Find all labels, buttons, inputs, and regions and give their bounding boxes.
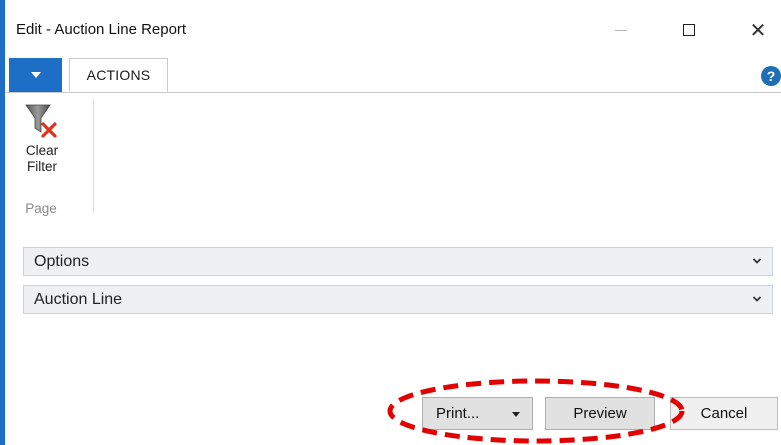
app-menu-button[interactable] <box>9 58 62 92</box>
clear-filter-label-line2: Filter <box>27 159 57 174</box>
report-request-page: Options Auction Line Print... Preview Ca… <box>5 224 781 445</box>
ribbon-tabs: ACTIONS ? <box>5 58 781 93</box>
maximize-button[interactable] <box>669 14 709 46</box>
clear-filter-label-line1: Clear <box>25 143 59 158</box>
cancel-button-label: Cancel <box>700 405 748 422</box>
minimize-button[interactable] <box>601 14 641 46</box>
window-title: Edit - Auction Line Report <box>16 21 187 38</box>
chevron-down-icon <box>752 296 762 302</box>
fasttab-options[interactable]: Options <box>23 247 773 276</box>
clear-filter-button[interactable]: Clear Filter <box>13 101 71 175</box>
ribbon-body: Clear Filter Page <box>5 93 781 225</box>
minimize-icon <box>615 29 627 31</box>
maximize-icon <box>683 24 695 36</box>
preview-button-label: Preview <box>573 405 627 422</box>
close-button[interactable]: ✕ <box>738 14 778 46</box>
fasttab-options-label: Options <box>34 252 90 270</box>
print-button[interactable]: Print... <box>422 397 533 430</box>
print-button-label: Print... <box>436 405 480 422</box>
ribbon-group-divider <box>93 99 94 213</box>
help-icon[interactable]: ? <box>761 66 781 86</box>
fasttab-auction-line-label: Auction Line <box>34 290 123 308</box>
fasttab-auction-line[interactable]: Auction Line <box>23 285 773 314</box>
tab-actions[interactable]: ACTIONS <box>69 58 168 92</box>
clear-filter-icon <box>25 104 57 138</box>
cancel-button[interactable]: Cancel <box>670 397 778 430</box>
chevron-down-icon <box>30 72 41 78</box>
ribbon-group-label-page: Page <box>25 201 57 216</box>
chevron-down-icon <box>752 258 762 264</box>
preview-button[interactable]: Preview <box>545 397 655 430</box>
dropdown-arrow-icon[interactable] <box>512 412 520 417</box>
close-icon: ✕ <box>749 19 767 42</box>
title-bar: Edit - Auction Line Report ✕ <box>5 0 781 58</box>
